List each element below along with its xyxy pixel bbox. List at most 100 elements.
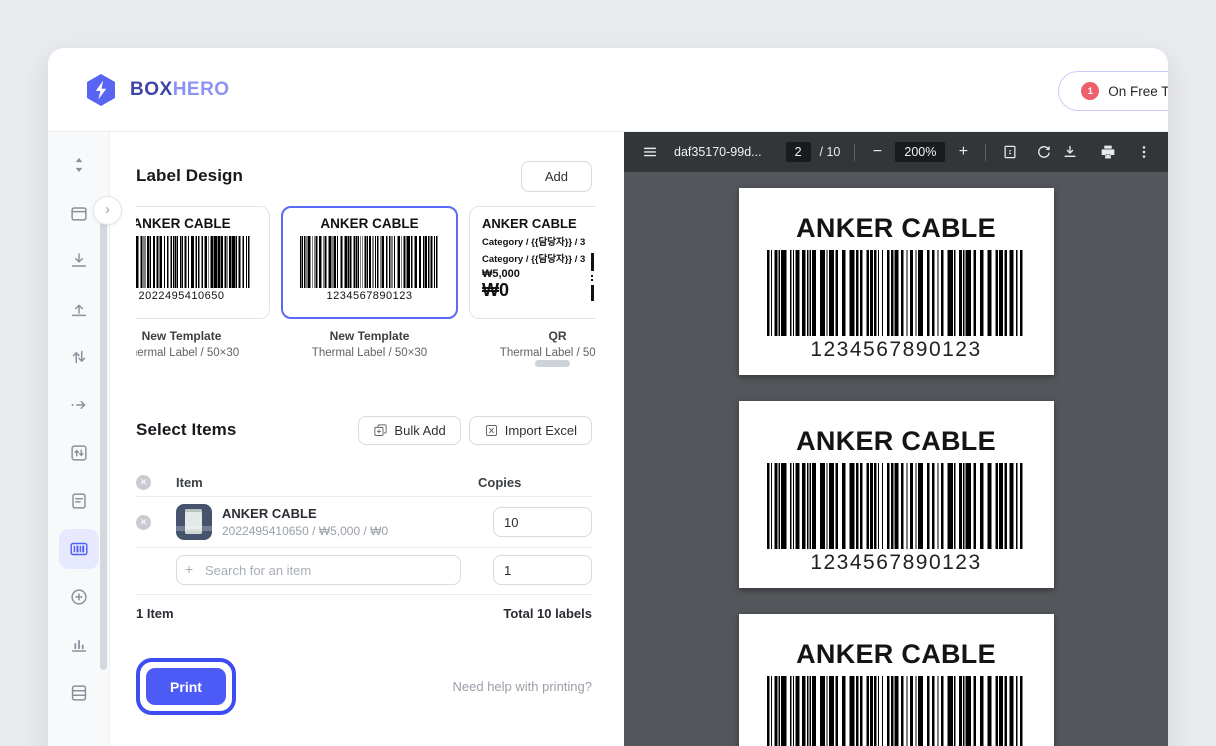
sidebar-item-stock-in[interactable] <box>59 241 99 281</box>
template-line: Category / {{담당자}} / 3 <box>482 251 596 265</box>
icon-sidebar: › <box>48 132 110 746</box>
item-name: ANKER CABLE <box>222 506 478 521</box>
label-title: ANKER CABLE <box>796 639 996 670</box>
remove-all-icon[interactable]: ✕ <box>136 475 151 490</box>
label-code: 1234567890123 <box>810 338 981 362</box>
template-price-2: ₩0 <box>482 281 596 299</box>
zoom-out-icon[interactable]: − <box>869 143 885 161</box>
free-trial-badge[interactable]: 1 On Free Trial <box>1058 71 1168 111</box>
remove-item-icon[interactable]: ✕ <box>136 515 151 530</box>
label-barcode <box>767 463 1025 549</box>
app-window: BOXHERO 1 On Free Trial › Label Design A… <box>48 48 1168 746</box>
pdf-viewer: daf35170-99d... 2 / 10 − 200% + <box>624 132 1168 746</box>
print-button[interactable]: Print <box>146 668 226 705</box>
label-design-title: Label Design <box>136 166 243 186</box>
template-card-1[interactable]: ANKER CABLE 2022495410650 <box>136 206 270 319</box>
pdf-barcode-label: ANKER CABLE 1234567890123 <box>739 188 1054 375</box>
zoom-level[interactable]: 200% <box>895 142 945 162</box>
printing-help-link[interactable]: Need help with printing? <box>453 679 592 694</box>
label-barcode <box>767 250 1025 336</box>
import-excel-button[interactable]: Import Excel <box>469 416 592 445</box>
copies-input-new[interactable] <box>493 555 592 585</box>
sidebar-item-data-center[interactable] <box>59 673 99 713</box>
boxhero-logo-text: BOXHERO <box>130 79 230 101</box>
boxhero-logo[interactable]: BOXHERO <box>84 73 230 107</box>
template-line: Category / {{담당자}} / 3 <box>482 234 596 248</box>
sidebar-item-add-item[interactable] <box>59 577 99 617</box>
item-thumbnail <box>176 504 212 540</box>
carousel-scrollbar[interactable] <box>535 360 570 367</box>
template-card-2-selected[interactable]: ANKER CABLE 1234567890123 <box>281 206 458 319</box>
adjust-stock-icon <box>68 442 90 464</box>
barcode-label-icon <box>68 538 90 560</box>
print-icon[interactable] <box>1098 142 1118 162</box>
pdf-filename: daf35170-99d... <box>674 145 762 159</box>
template-caption: New Template Thermal Label / 50×30 <box>136 329 270 359</box>
template-card-wrap: ANKER CABLE Category / {{담당자}} / 3 Categ… <box>469 206 596 359</box>
trial-count-badge: 1 <box>1081 82 1099 100</box>
sort-arrows-icon <box>68 154 90 176</box>
template-caption: QR Thermal Label / 50×30 <box>469 329 596 359</box>
item-search-input[interactable] <box>176 555 461 585</box>
package-box-icon <box>68 202 90 224</box>
label-title: ANKER CABLE <box>796 213 996 244</box>
bulk-add-icon <box>373 423 388 438</box>
sidebar-item-stock-out[interactable] <box>59 289 99 329</box>
item-details: 2022495410650 / ₩5,000 / ₩0 <box>222 524 478 538</box>
stock-transfer-icon <box>68 346 90 368</box>
trial-label: On Free Trial <box>1108 84 1168 99</box>
label-barcode <box>767 676 1025 746</box>
sidebar-item-stock-adjust[interactable] <box>59 433 99 473</box>
item-row: ✕ ANKER CABLE 2022495410650 / ₩5,000 / ₩… <box>136 497 592 547</box>
template-product-name: ANKER CABLE <box>136 216 257 231</box>
add-template-button[interactable]: Add <box>521 161 592 192</box>
pdf-barcode-label: ANKER CABLE1234567890123 <box>739 614 1054 746</box>
page-number-input[interactable]: 2 <box>786 142 811 162</box>
zoom-in-icon[interactable]: + <box>955 143 971 161</box>
label-title: ANKER CABLE <box>796 426 996 457</box>
sidebar-item-analytics[interactable] <box>59 625 99 665</box>
pdf-page-area[interactable]: ANKER CABLE 1234567890123 ANKER CABLE 12345… <box>624 172 1168 746</box>
pdf-barcode-label: ANKER CABLE 1234567890123 <box>739 401 1054 588</box>
fit-page-icon[interactable] <box>1000 142 1020 162</box>
column-copies: Copies <box>478 475 592 490</box>
sidebar-item-stock-move[interactable] <box>59 385 99 425</box>
excel-icon <box>484 423 499 438</box>
label-code: 1234567890123 <box>810 551 981 575</box>
data-center-icon <box>68 682 90 704</box>
screen: BOXHERO 1 On Free Trial › Label Design A… <box>0 0 1216 746</box>
download-icon[interactable] <box>1060 142 1080 162</box>
template-card-3-qr[interactable]: ANKER CABLE Category / {{담당자}} / 3 Categ… <box>469 206 596 319</box>
qr-code-fragment <box>589 253 596 301</box>
select-items-title: Select Items <box>136 420 236 440</box>
sidebar-expand-button[interactable]: › <box>93 196 122 225</box>
app-header: BOXHERO 1 On Free Trial <box>48 48 1168 132</box>
template-product-name: ANKER CABLE <box>294 216 445 231</box>
analytics-icon <box>68 634 90 656</box>
more-options-icon[interactable] <box>1134 142 1154 162</box>
bulk-add-button[interactable]: Bulk Add <box>358 416 460 445</box>
stock-out-icon <box>68 298 90 320</box>
stock-move-icon <box>68 394 90 416</box>
menu-icon[interactable] <box>640 142 660 162</box>
sidebar-item-purchase-order[interactable] <box>59 481 99 521</box>
sidebar-item-stock-transfer[interactable] <box>59 337 99 377</box>
print-button-highlight-ring: Print <box>136 658 236 715</box>
sidebar-item-collapse-list[interactable] <box>59 145 99 185</box>
sidebar-item-print-barcode[interactable] <box>59 529 99 569</box>
boxhero-logo-icon <box>84 73 118 107</box>
rotate-icon[interactable] <box>1034 142 1054 162</box>
template-barcode <box>136 236 251 288</box>
label-print-panel: Label Design Add ANKER CABLE 20224954106… <box>110 132 624 746</box>
add-item-icon <box>68 586 90 608</box>
template-barcode-value: 2022495410650 <box>136 290 257 302</box>
sidebar-scrollbar[interactable] <box>100 222 107 670</box>
template-carousel: ANKER CABLE 2022495410650 New Template T… <box>136 206 596 366</box>
template-price: ₩5,000 <box>482 268 596 280</box>
template-barcode <box>300 236 439 288</box>
pdf-toolbar: daf35170-99d... 2 / 10 − 200% + <box>624 132 1168 172</box>
plus-icon: + <box>185 562 199 576</box>
template-card-wrap: ANKER CABLE 1234567890123 New Template T… <box>281 206 458 359</box>
copies-input[interactable] <box>493 507 592 537</box>
column-item: Item <box>156 475 478 490</box>
